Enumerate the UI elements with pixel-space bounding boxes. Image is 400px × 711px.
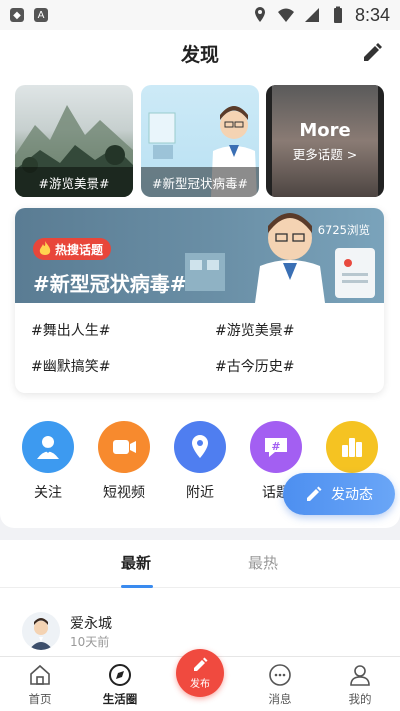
nav-mine[interactable]: 我的 xyxy=(330,663,390,707)
topic-link[interactable]: #古今历史# xyxy=(215,356,294,376)
signal-icon xyxy=(304,8,319,22)
compass-icon xyxy=(109,664,131,686)
hot-topic-card[interactable]: 热搜话题 6725浏览 #新型冠状病毒# #舞出人生# #游览美景# #幽默搞笑… xyxy=(15,208,384,393)
fire-icon xyxy=(39,241,51,255)
chart-icon xyxy=(326,421,378,473)
nav-label: 消息 xyxy=(268,692,292,706)
hot-topic-banner: 热搜话题 6725浏览 #新型冠状病毒# xyxy=(15,208,384,303)
nav-home[interactable]: 首页 xyxy=(10,663,70,707)
avatar[interactable] xyxy=(22,612,60,650)
discover-panel: #游览美景# #新型冠状病毒# More 更多话题 > 热搜话题 6725浏览 … xyxy=(0,76,400,528)
topic-tile-label: #新型冠状病毒# xyxy=(141,167,259,197)
follow-icon xyxy=(22,421,74,473)
shortcut-follow[interactable]: 关注 xyxy=(18,421,78,502)
page-title: 发现 xyxy=(180,43,219,66)
app-header: 发现 xyxy=(0,30,400,76)
shortcut-nearby[interactable]: 附近 xyxy=(170,421,230,502)
more-topics-link: 更多话题 > xyxy=(292,146,358,162)
more-topics-background: More 更多话题 > xyxy=(272,85,378,197)
nav-label: 首页 xyxy=(28,692,52,706)
pencil-icon xyxy=(307,486,322,501)
location-status-icon xyxy=(254,7,265,22)
topic-tile-scenery[interactable]: #游览美景# xyxy=(15,85,133,197)
shortcut-short-video[interactable]: 短视频 xyxy=(94,421,154,502)
wifi-icon xyxy=(277,8,294,22)
bottom-navigation: 首页 生活圈 发布 消息 我的 xyxy=(0,649,400,711)
battery-icon xyxy=(333,6,342,23)
shield-notification-icon: ◆ xyxy=(10,8,24,22)
svg-text:#: # xyxy=(271,440,280,453)
edit-icon[interactable] xyxy=(360,41,384,65)
hot-topic-title: #新型冠状病毒# xyxy=(33,272,187,296)
topic-link[interactable]: #舞出人生# xyxy=(31,320,110,340)
nav-label: 我的 xyxy=(348,692,372,706)
publish-button[interactable]: 发布 xyxy=(176,649,224,697)
nav-label: 生活圈 xyxy=(102,692,138,706)
home-icon xyxy=(30,664,50,685)
feed-section: 最新 最热 爱永城 10天前 xyxy=(0,540,400,656)
profile-icon xyxy=(350,665,370,686)
active-tab-indicator xyxy=(121,585,153,588)
more-title: More xyxy=(299,119,351,141)
post-author[interactable]: 爱永城 xyxy=(70,613,112,633)
topic-tile-virus[interactable]: #新型冠状病毒# xyxy=(141,85,259,197)
pen-icon xyxy=(194,657,208,671)
location-icon xyxy=(174,421,226,473)
topic-link[interactable]: #幽默搞笑# xyxy=(31,356,110,376)
nav-messages[interactable]: 消息 xyxy=(250,663,310,707)
clock: 8:34 xyxy=(354,4,390,25)
topic-link-grid: #舞出人生# #游览美景# #幽默搞笑# #古今历史# xyxy=(15,303,384,393)
feed-tabs: 最新 最热 xyxy=(0,540,400,588)
topic-tile-label: #游览美景# xyxy=(15,167,133,197)
hashtag-icon: # xyxy=(250,421,302,473)
post-time: 10天前 xyxy=(70,635,110,649)
nav-life-circle[interactable]: 生活圈 xyxy=(90,663,150,707)
app-notification-icon: A xyxy=(34,8,48,22)
hot-topic-badge: 热搜话题 xyxy=(33,238,112,260)
topic-link[interactable]: #游览美景# xyxy=(215,320,294,340)
more-topics-tile[interactable]: More 更多话题 > xyxy=(266,85,384,197)
view-count: 6725浏览 xyxy=(317,223,370,237)
shortcut-label: 附近 xyxy=(186,485,214,501)
tab-hottest[interactable]: 最热 xyxy=(248,552,278,573)
shortcut-label: 关注 xyxy=(34,485,62,501)
post-update-label: 发动态 xyxy=(331,487,373,503)
post-update-button[interactable]: 发动态 xyxy=(283,473,395,515)
status-bar: ◆ A 8:34 xyxy=(0,0,400,30)
publish-label: 发布 xyxy=(190,679,210,690)
tab-latest[interactable]: 最新 xyxy=(121,552,151,573)
message-icon xyxy=(269,664,291,686)
video-icon xyxy=(98,421,150,473)
hot-topic-badge-label: 热搜话题 xyxy=(55,242,104,257)
shortcut-label: 短视频 xyxy=(103,485,145,501)
